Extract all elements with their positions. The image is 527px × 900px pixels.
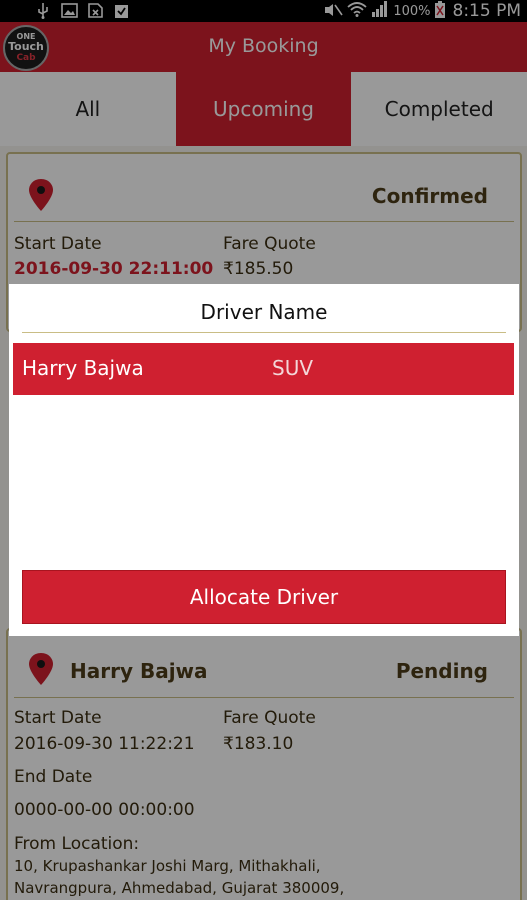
dialog-divider (22, 332, 506, 333)
dialog-title: Driver Name (200, 300, 328, 324)
driver-vehicle-type: SUV (272, 356, 314, 380)
allocate-driver-dialog: Driver Name Harry Bajwa SUV Allocate Dri… (9, 284, 519, 636)
driver-list-item[interactable]: Harry Bajwa SUV (13, 343, 514, 395)
allocate-driver-button[interactable]: Allocate Driver (22, 570, 506, 624)
driver-list-name: Harry Bajwa (22, 356, 144, 380)
